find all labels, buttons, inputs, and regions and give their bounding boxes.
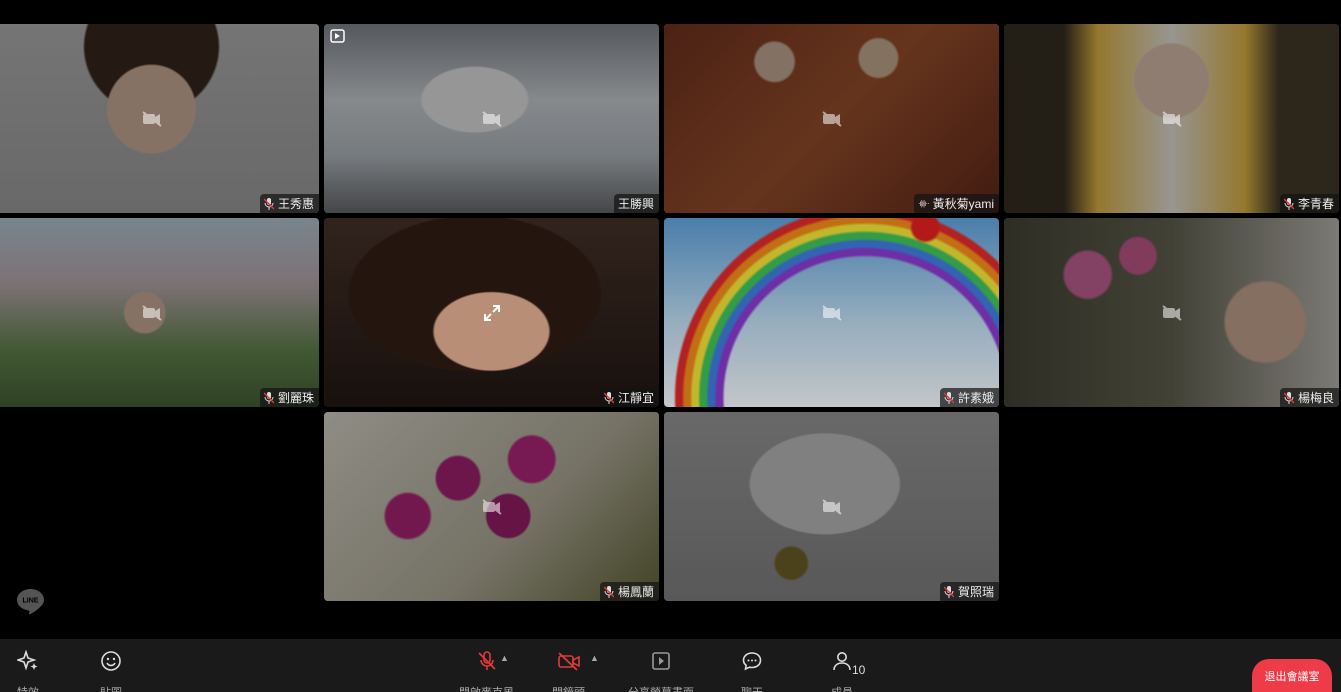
camera-off-icon <box>141 304 162 321</box>
video-tile-active-speaker[interactable]: ·ı|ı|ı·· 黃秋菊yami <box>664 24 999 213</box>
meeting-window: 王秀惠 王勝興 ·ı|ı|ı·· 黃秋菊yami 李青春 劉麗珠 江靜宜 許素娥… <box>0 0 1341 692</box>
video-tile[interactable]: 劉麗珠 <box>0 218 319 407</box>
participant-name: 楊梅良 <box>1297 391 1334 405</box>
mic-muted-icon <box>1283 391 1294 404</box>
participant-nameplate: ·ı|ı|ı·· 黃秋菊yami <box>913 194 999 213</box>
video-tile[interactable]: 王秀惠 <box>0 24 319 213</box>
mic-options-chevron-icon[interactable]: ▲ <box>500 653 509 663</box>
camera-off-icon <box>1161 304 1182 321</box>
camera-off-icon <box>557 649 581 673</box>
mic-muted-icon <box>943 391 954 404</box>
mic-label: 開啟麥克風 <box>459 684 514 692</box>
participant-nameplate: 楊鳳蘭 <box>599 582 659 601</box>
effects-label: 特效 <box>17 684 39 692</box>
video-tile[interactable]: 江靜宜 <box>324 218 659 407</box>
camera-off-icon <box>481 498 502 515</box>
participant-name: 楊鳳蘭 <box>617 585 654 599</box>
chat-bubble-icon <box>740 649 764 673</box>
mic-muted-icon <box>1283 197 1294 210</box>
members-label: 成員 <box>831 684 853 692</box>
share-screen-button[interactable]: 分享螢幕畫面 <box>628 649 694 692</box>
camera-off-icon <box>821 110 842 127</box>
participant-nameplate: 劉麗珠 <box>259 388 319 407</box>
participant-nameplate: 李青春 <box>1279 194 1339 213</box>
participant-nameplate: 王勝興 <box>613 194 659 213</box>
mic-muted-icon <box>603 391 614 404</box>
camera-label: 開鏡頭 <box>552 684 585 692</box>
mic-muted-icon <box>263 197 274 210</box>
participant-nameplate: 楊梅良 <box>1279 388 1339 407</box>
mic-muted-icon <box>943 585 954 598</box>
camera-off-icon <box>821 304 842 321</box>
mic-muted-icon <box>603 585 614 598</box>
participant-name: 李青春 <box>1297 197 1334 211</box>
line-logo-text: LINE <box>23 598 39 605</box>
video-tile[interactable]: 李青春 <box>1004 24 1339 213</box>
audio-level-icon: ·ı|ı|ı·· <box>917 199 930 208</box>
smiley-icon <box>99 649 123 673</box>
video-tile[interactable]: 楊鳳蘭 <box>324 412 659 601</box>
leave-meeting-button[interactable]: 退出會議室 <box>1252 659 1332 692</box>
mic-muted-icon <box>475 649 499 673</box>
video-tile[interactable]: 王勝興 <box>324 24 659 213</box>
camera-off-icon <box>141 110 162 127</box>
participant-nameplate: 王秀惠 <box>259 194 319 213</box>
members-button[interactable]: 成員 <box>830 649 854 692</box>
participant-nameplate: 江靜宜 <box>599 388 659 407</box>
video-tile[interactable]: 許素娥 <box>664 218 999 407</box>
camera-button[interactable]: 開鏡頭 <box>552 649 585 692</box>
share-label: 分享螢幕畫面 <box>628 684 694 692</box>
stickers-label: 貼圖 <box>100 684 122 692</box>
chat-button[interactable]: 聊天 <box>740 649 764 692</box>
video-tile[interactable]: 楊梅良 <box>1004 218 1339 407</box>
stickers-button[interactable]: 貼圖 <box>99 649 123 692</box>
participant-name: 王秀惠 <box>277 197 314 211</box>
participant-name: 黃秋菊yami <box>932 197 994 211</box>
pin-video-icon[interactable] <box>330 29 346 43</box>
participant-nameplate: 許素娥 <box>939 388 999 407</box>
participant-name: 許素娥 <box>957 391 994 405</box>
video-tile[interactable]: 賀照瑞 <box>664 412 999 601</box>
participant-nameplate: 賀照瑞 <box>939 582 999 601</box>
bottom-toolbar: 特效 貼圖 開啟麥克風 ▲ 開鏡頭 ▲ 分享螢幕畫面 <box>0 639 1341 692</box>
effects-button[interactable]: 特效 <box>16 649 40 692</box>
expand-icon[interactable] <box>482 303 502 323</box>
camera-off-icon <box>481 110 502 127</box>
chat-label: 聊天 <box>741 684 763 692</box>
participant-name: 王勝興 <box>617 197 654 211</box>
camera-off-icon <box>821 498 842 515</box>
participant-name: 江靜宜 <box>617 391 654 405</box>
participant-name: 劉麗珠 <box>277 391 314 405</box>
camera-off-icon <box>1161 110 1182 127</box>
person-icon <box>830 649 854 673</box>
members-count: 10 <box>852 663 866 677</box>
sparkle-icon <box>16 649 40 673</box>
share-screen-icon <box>649 649 673 673</box>
mic-muted-icon <box>263 391 274 404</box>
participant-name: 賀照瑞 <box>957 585 994 599</box>
camera-options-chevron-icon[interactable]: ▲ <box>590 653 599 663</box>
line-logo: LINE <box>17 589 44 615</box>
